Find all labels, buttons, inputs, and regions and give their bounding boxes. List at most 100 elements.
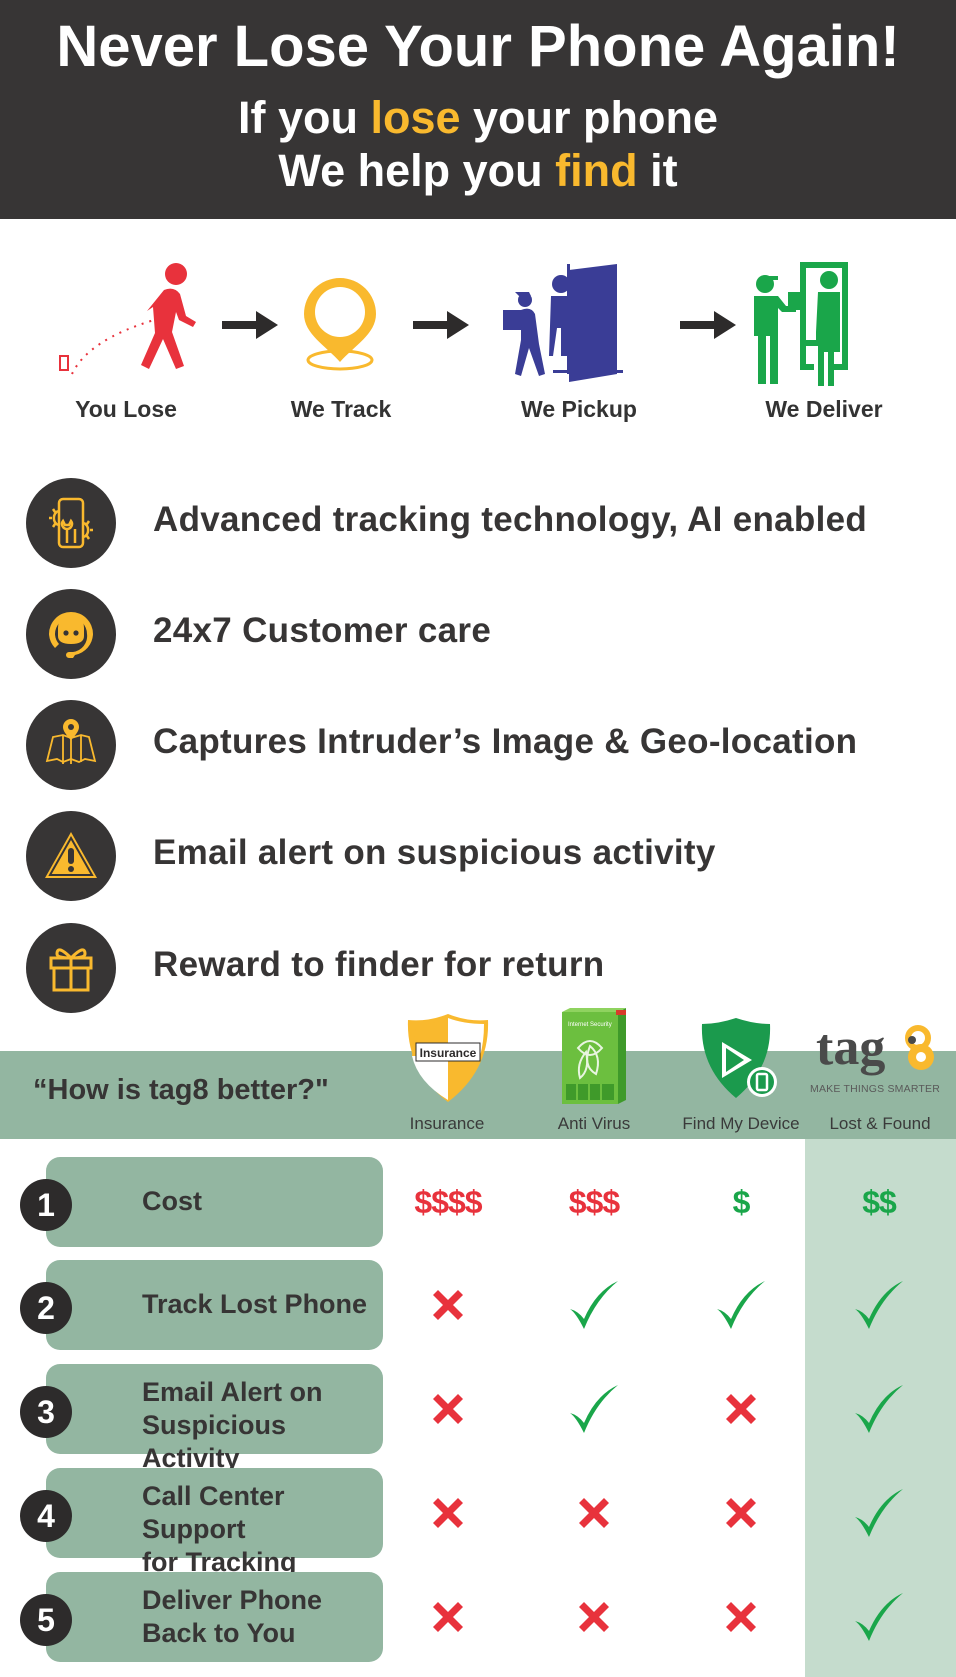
- feature-item: Advanced tracking technology, AI enabled: [26, 478, 946, 568]
- cross-icon: [398, 1364, 498, 1454]
- svg-text:Internet Security: Internet Security: [568, 1022, 612, 1028]
- cost-value: $$$$: [398, 1157, 498, 1247]
- subtitle-text: it: [637, 145, 678, 196]
- row-label-line: Call Center Support: [142, 1481, 285, 1544]
- step-label: You Lose: [75, 396, 177, 422]
- feature-icon-circle: [26, 923, 116, 1013]
- feature-icon-circle: [26, 700, 116, 790]
- step-label: We Track: [290, 396, 392, 422]
- feature-text: Advanced tracking technology, AI enabled: [153, 500, 868, 539]
- customer-support-headset-icon: [49, 612, 93, 658]
- check-icon: [829, 1260, 929, 1350]
- cross-icon: [544, 1572, 644, 1662]
- cross-icon: [398, 1260, 498, 1350]
- row-label: Cost: [142, 1185, 202, 1218]
- cross-icon: [691, 1468, 791, 1558]
- row-label-line: Track Lost Phone: [142, 1289, 368, 1319]
- location-pin-icon: [304, 278, 376, 371]
- feature-icon-circle: [26, 811, 116, 901]
- row-label-pill: Call Center Supportfor Tracking Phone: [46, 1468, 383, 1610]
- row-number-badge: 4: [20, 1490, 72, 1542]
- comparison-question: “How is tag8 better?": [33, 1074, 329, 1106]
- row-label-pill: Track Lost Phone: [46, 1260, 383, 1350]
- column-header-antivirus: Anti Virus: [557, 1114, 631, 1133]
- check-icon: [691, 1260, 791, 1350]
- step-you-lose: You Lose: [36, 230, 216, 430]
- row-label-line: Deliver Phone: [142, 1585, 323, 1615]
- walking-person-dropping-phone-icon: [59, 263, 196, 375]
- antivirus-box-icon: Internet Security: [562, 1008, 626, 1104]
- subtitle-text: We help you: [278, 145, 556, 196]
- cross-icon: [398, 1572, 498, 1662]
- subtitle-line-2: We help you find it: [0, 145, 956, 197]
- step-we-track: We Track: [251, 230, 431, 430]
- row-label: Email Alert on Suspicious Activity: [142, 1376, 383, 1475]
- feature-item: 24x7 Customer care: [26, 589, 946, 679]
- comparison-row: Cost 1 $$$$ $$$ $ $$: [0, 1157, 956, 1247]
- handover-delivery-icon: [754, 262, 848, 386]
- step-we-pickup: We Pickup: [489, 230, 669, 430]
- phone-wrench-gears-icon: [49, 497, 93, 549]
- cost-text: $$: [862, 1183, 897, 1220]
- header-banner: Never Lose Your Phone Again! If you lose…: [0, 0, 956, 219]
- tag8-logo-text: tag: [816, 1019, 885, 1076]
- cost-value: $$: [829, 1157, 929, 1247]
- feature-text: Email alert on suspicious activity: [153, 833, 716, 872]
- cost-value: $: [691, 1157, 791, 1247]
- process-steps: You Lose We Track We Pickup We Deliver: [0, 230, 956, 430]
- subtitle-line-1: If you lose your phone: [0, 92, 956, 144]
- page-title: Never Lose Your Phone Again!: [56, 14, 900, 79]
- check-icon: [544, 1260, 644, 1350]
- cost-text: $$$: [568, 1183, 620, 1220]
- arrow-right-icon: [413, 311, 469, 339]
- cross-icon: [398, 1468, 498, 1558]
- row-number-badge: 1: [20, 1179, 72, 1231]
- feature-icon-circle: [26, 478, 116, 568]
- tag8-tagline: MAKE THINGS SMARTER: [810, 1083, 940, 1095]
- row-label-pill: Email Alert on Suspicious Activity: [46, 1364, 383, 1473]
- feature-text: Reward to finder for return: [153, 945, 605, 984]
- check-icon: [829, 1468, 929, 1558]
- cost-text: $$$$: [414, 1183, 482, 1220]
- warning-triangle-icon: [45, 832, 97, 878]
- row-label: Track Lost Phone: [142, 1288, 367, 1321]
- cost-text: $: [732, 1183, 751, 1220]
- cost-value: $$$: [544, 1157, 644, 1247]
- check-icon: [829, 1364, 929, 1454]
- cross-icon: [544, 1468, 644, 1558]
- arrow-right-icon: [680, 311, 736, 339]
- feature-text: 24x7 Customer care: [153, 611, 492, 650]
- map-pin-icon: [45, 719, 97, 764]
- feature-text: Captures Intruder’s Image & Geo-location: [153, 722, 858, 761]
- gift-icon: [49, 948, 93, 992]
- insurance-logo-text: Insurance: [420, 1046, 477, 1060]
- comparison-row: Deliver Phone Back to You 5: [0, 1572, 956, 1662]
- row-label-line: Email Alert on: [142, 1377, 323, 1407]
- row-number-badge: 2: [20, 1282, 72, 1334]
- feature-item: Captures Intruder’s Image & Geo-location: [26, 700, 946, 790]
- feature-icon-circle: [26, 589, 116, 679]
- column-header-find-my-device: Find My Device: [682, 1114, 800, 1133]
- check-icon: [544, 1364, 644, 1454]
- row-label-line: Back to You: [142, 1618, 296, 1648]
- find-my-device-shield-icon: [701, 1018, 777, 1098]
- comparison-row: Email Alert on Suspicious Activity 3: [0, 1364, 956, 1473]
- row-number-badge: 3: [20, 1386, 72, 1438]
- courier-at-door-icon: [503, 264, 623, 382]
- cross-icon: [691, 1364, 791, 1454]
- cross-icon: [691, 1572, 791, 1662]
- comparison-row: Call Center Supportfor Tracking Phone4: [0, 1468, 956, 1610]
- feature-item: Email alert on suspicious activity: [26, 811, 946, 901]
- comparison-row: Track Lost Phone 2: [0, 1260, 956, 1350]
- check-icon: [829, 1572, 929, 1662]
- subtitle-highlight-lose: lose: [370, 92, 461, 143]
- row-label: Deliver Phone Back to You: [142, 1584, 322, 1650]
- row-label-pill: Deliver Phone Back to You: [46, 1572, 383, 1662]
- step-label: We Pickup: [521, 396, 637, 422]
- insurance-shield-icon: Insurance: [407, 1014, 489, 1102]
- row-number-badge: 5: [20, 1594, 72, 1646]
- step-we-deliver: We Deliver: [734, 230, 914, 430]
- row-label-line: Suspicious Activity: [142, 1410, 287, 1473]
- step-label: We Deliver: [765, 396, 883, 422]
- subtitle-highlight-find: find: [555, 145, 638, 196]
